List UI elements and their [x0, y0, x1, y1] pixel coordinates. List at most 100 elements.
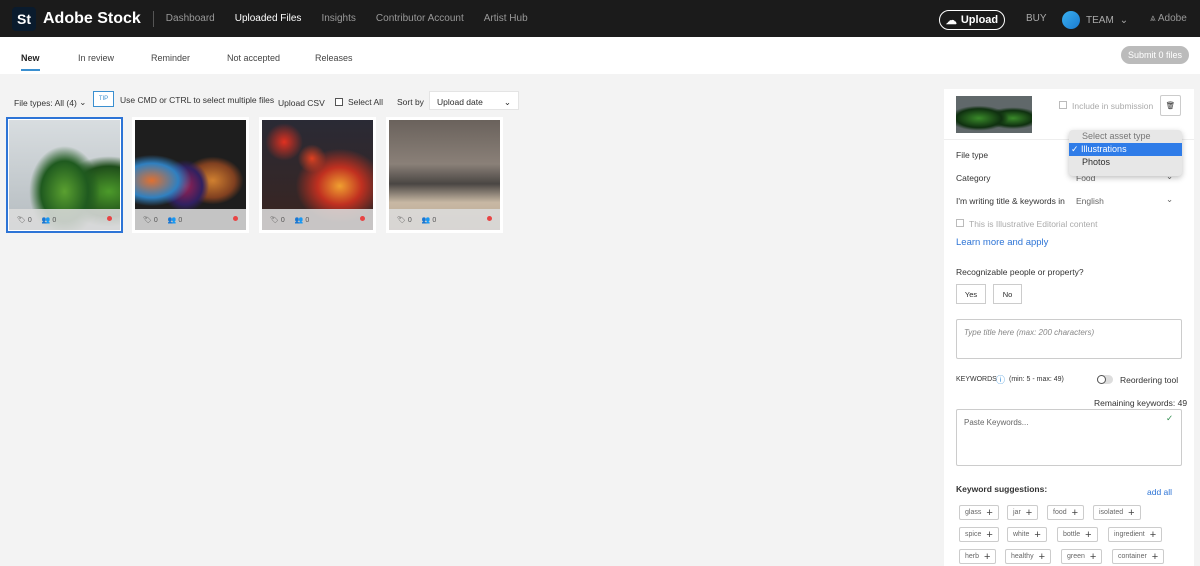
sort-by-label: Sort by — [397, 97, 424, 107]
nav-insights[interactable]: Insights — [321, 13, 355, 24]
people-count: 👥 0 — [294, 216, 310, 224]
plus-icon: + — [1071, 506, 1079, 519]
sort-select[interactable]: Upload date ⌄ — [429, 91, 519, 110]
category-label: Category — [956, 173, 991, 183]
adobe-logo-icon: ⩓ — [1150, 13, 1158, 24]
chevron-down-icon: ⌄ — [1166, 194, 1174, 204]
keyword-chip-healthy[interactable]: healthy + — [1005, 549, 1052, 564]
keyword-chip-bottle[interactable]: bottle + — [1057, 527, 1098, 542]
status-dot — [107, 216, 112, 221]
keywords-label: KEYWORDS — [956, 376, 997, 383]
avatar — [1062, 11, 1080, 29]
reordering-toggle[interactable] — [1097, 375, 1113, 384]
keyword-chip-glass[interactable]: glass + — [959, 505, 999, 520]
yes-button[interactable]: Yes — [956, 284, 986, 304]
people-count: 👥 0 — [41, 216, 57, 224]
include-in-submission-checkbox[interactable]: Include in submission — [1059, 101, 1153, 111]
submit-files-button[interactable]: Submit 0 files — [1121, 46, 1189, 64]
buy-link[interactable]: BUY — [1026, 13, 1047, 24]
upload-csv-link[interactable]: Upload CSV — [278, 98, 325, 108]
people-count: 👥 0 — [167, 216, 183, 224]
chevron-down-icon: ⌄ — [1119, 14, 1129, 26]
thumbnail-lanterns[interactable]: 🏷 0 👥 0 — [259, 117, 376, 233]
plus-icon: + — [1034, 528, 1041, 541]
top-bar: St Adobe Stock Dashboard Uploaded Files … — [0, 0, 1200, 37]
reordering-label: Reordering tool — [1120, 375, 1179, 385]
thumbnail-glasses[interactable]: 🏷 0 👥 0 — [132, 117, 249, 233]
nav-dashboard[interactable]: Dashboard — [166, 13, 215, 24]
check-icon: ✓ — [1166, 413, 1174, 423]
no-button[interactable]: No — [993, 284, 1022, 304]
keyword-chip-ingredient[interactable]: ingredient + — [1108, 527, 1163, 542]
thumbnail-classroom[interactable]: 🏷 0 👥 0 — [386, 117, 503, 233]
tip-text: Use CMD or CTRL to select multiple files — [120, 95, 275, 105]
keyword-chip-spice[interactable]: spice + — [959, 527, 999, 542]
file-types-filter[interactable]: File types: All (4) ⌄ — [14, 97, 86, 108]
info-icon[interactable]: ⓘ — [996, 373, 1005, 386]
tab-new[interactable]: New — [21, 53, 40, 71]
add-all-link[interactable]: add all — [1147, 487, 1172, 497]
trash-icon: 🗑 — [1165, 101, 1176, 110]
plus-icon: + — [986, 528, 993, 541]
dropdown-header: Select asset type — [1082, 131, 1151, 141]
keyword-chip-container[interactable]: container + — [1112, 549, 1165, 564]
tab-releases[interactable]: Releases — [315, 53, 353, 63]
remaining-keywords: Remaining keywords: 49 — [1094, 398, 1188, 408]
keyword-suggestions-heading: Keyword suggestions: — [956, 484, 1048, 494]
selected-file-preview — [956, 96, 1032, 133]
select-all-checkbox[interactable]: Select All — [335, 97, 383, 107]
status-dot — [233, 216, 238, 221]
learn-more-link[interactable]: Learn more and apply — [956, 237, 1048, 248]
plus-icon: + — [1085, 528, 1092, 541]
tab-reminder[interactable]: Reminder — [151, 53, 190, 63]
tab-not-accepted[interactable]: Not accepted — [227, 53, 280, 63]
stock-logo[interactable]: St — [12, 6, 36, 31]
keywords-range: (min: 5 - max: 49) — [1009, 376, 1064, 383]
title-input[interactable]: Type title here (max: 200 characters) — [956, 319, 1182, 359]
tab-bar: New In review Reminder Not accepted Rele… — [0, 37, 1200, 74]
keyword-count: 🏷 0 — [143, 216, 158, 224]
keyword-count: 🏷 0 — [270, 216, 285, 224]
keyword-count: 🏷 0 — [17, 216, 32, 224]
plus-icon: + — [984, 550, 991, 563]
people-count: 👥 0 — [421, 216, 437, 224]
brand-name[interactable]: Adobe Stock — [43, 10, 141, 28]
option-photos[interactable]: Photos — [1069, 156, 1182, 169]
nav-contributor-account[interactable]: Contributor Account — [376, 13, 464, 24]
delete-button[interactable]: 🗑 — [1160, 95, 1181, 116]
keyword-chip-white[interactable]: white + — [1007, 527, 1047, 542]
language-select[interactable]: English — [1076, 196, 1104, 206]
plus-icon: + — [1038, 550, 1046, 563]
status-dot — [487, 216, 492, 221]
thumbnail-jars[interactable]: 🏷 0 👥 0 — [6, 117, 123, 233]
keyword-count: 🏷 0 — [397, 216, 412, 224]
keyword-chip-jar[interactable]: jar + — [1007, 505, 1039, 520]
cloud-upload-icon: ☁ — [945, 14, 957, 27]
option-illustrations[interactable]: ✓ Illustrations — [1069, 143, 1182, 156]
people-question: Recognizable people or property? — [956, 267, 1084, 277]
keyword-chip-herb[interactable]: herb + — [959, 549, 997, 564]
keywords-input[interactable]: Paste Keywords... — [956, 409, 1182, 466]
plus-icon: + — [986, 506, 993, 519]
keyword-chip-green[interactable]: green + — [1061, 549, 1103, 564]
adobe-link[interactable]: ⩓ Adobe — [1150, 13, 1187, 24]
divider — [152, 10, 154, 27]
nav-artist-hub[interactable]: Artist Hub — [484, 13, 528, 24]
tip-badge: TIP — [93, 91, 114, 107]
keyword-chip-isolated[interactable]: isolated + — [1093, 505, 1141, 520]
checkbox[interactable] — [335, 98, 343, 106]
asset-type-dropdown[interactable]: Select asset type ✓ Illustrations Photos — [1069, 130, 1182, 176]
status-dot — [360, 216, 365, 221]
nav-uploaded-files[interactable]: Uploaded Files — [235, 13, 302, 24]
plus-icon: + — [1089, 550, 1097, 563]
keyword-chip-food[interactable]: food + — [1047, 505, 1085, 520]
chevron-down-icon: ⌄ — [79, 97, 87, 107]
chevron-down-icon: ⌄ — [503, 97, 511, 107]
plus-icon: + — [1149, 528, 1157, 541]
upload-button[interactable]: ☁ Upload — [939, 10, 1005, 30]
team-menu[interactable]: TEAM ⌄ — [1062, 11, 1128, 29]
language-label: I'm writing title & keywords in — [956, 196, 1065, 206]
file-type-label: File type — [956, 150, 989, 160]
tab-in-review[interactable]: In review — [78, 53, 114, 63]
editorial-checkbox[interactable]: This is Illustrative Editorial content — [956, 219, 1098, 229]
